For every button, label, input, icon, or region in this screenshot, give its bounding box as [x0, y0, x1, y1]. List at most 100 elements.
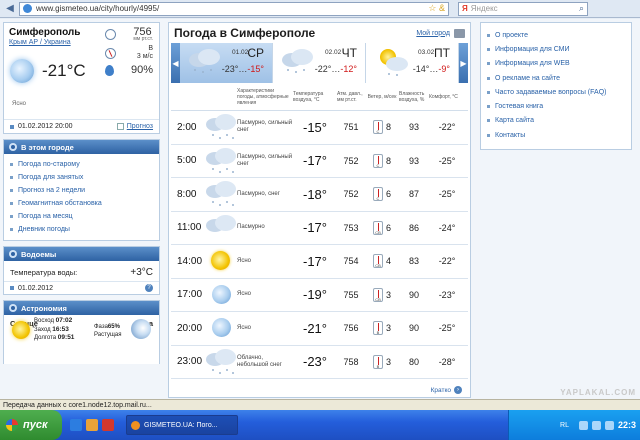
- table-row: 23:00 Облачно, небольшой снег -23° 758 В 3 80 -…: [171, 346, 468, 379]
- current-temperature: -21°C: [42, 61, 86, 80]
- brief-arrow-icon[interactable]: ›: [454, 386, 462, 394]
- table-row: 14:00 Ясно -17° 754 СВ 4 83 -22°: [171, 245, 468, 279]
- row-pressure: 752: [343, 155, 359, 166]
- right-menu-item-guestbook[interactable]: Гостевая книга: [487, 99, 625, 113]
- url-text[interactable]: www.gismeteo.ua/city/hourly/4995/: [36, 4, 425, 13]
- right-menu-item-ads[interactable]: О рекламе на сайте: [487, 71, 625, 85]
- astronomy-header: Астрономия: [4, 301, 159, 315]
- row-temperature: -15°: [303, 119, 327, 135]
- next-day-arrow-icon[interactable]: ▶: [459, 43, 468, 83]
- row-comfort: -23°: [438, 289, 456, 300]
- right-menu-item-sitemap[interactable]: Карта сайта: [487, 114, 625, 128]
- wind-direction-icon: СВ: [372, 220, 383, 235]
- right-menu-item-web[interactable]: Информация для WEB: [487, 57, 625, 71]
- cloud-snow-icon: [205, 347, 237, 377]
- row-time: 8:00: [177, 188, 197, 200]
- opera-icon[interactable]: [102, 419, 114, 431]
- bookmark-star-icon[interactable]: ☆ &: [428, 3, 445, 14]
- astronomy-section-icon: [9, 304, 17, 312]
- info-icon[interactable]: ?: [145, 284, 153, 292]
- sunset-time: 16:53: [52, 325, 69, 333]
- city-menu-item-diary[interactable]: Дневник погоды: [10, 223, 153, 236]
- city-menu-item-busy[interactable]: Погода для занятых: [10, 171, 153, 184]
- right-menu-item-press[interactable]: Информация для СМИ: [487, 42, 625, 56]
- row-temperature: -17°: [303, 253, 327, 269]
- city-menu-item-month[interactable]: Погода на месяц: [10, 210, 153, 223]
- address-bar[interactable]: www.gismeteo.ua/city/hourly/4995/ ☆ &: [19, 1, 449, 16]
- city-menu-title: В этом городе: [21, 142, 74, 152]
- current-wind-direction: В: [148, 45, 153, 52]
- row-wind-direction: С: [376, 162, 380, 168]
- row-humidity: 80: [408, 356, 419, 367]
- start-button[interactable]: пуск: [0, 410, 62, 440]
- tray-volume-icon[interactable]: [591, 420, 601, 430]
- row-pressure: 758: [343, 356, 359, 367]
- search-magnifier-icon[interactable]: ⌕: [579, 3, 584, 14]
- row-description: Пасмурно, сильный снег: [237, 120, 293, 134]
- row-wind-speed: 6: [385, 222, 391, 233]
- table-row: 5:00 Пасмурно, сильный снег -17° 752 С 8 93 -25…: [171, 145, 468, 178]
- tray-antivirus-icon[interactable]: [604, 420, 614, 430]
- day-max-temp: -12°: [340, 64, 357, 74]
- tab-day-1[interactable]: 01.02 СР -23°…-15°: [180, 43, 273, 83]
- right-menu-item-contacts[interactable]: Контакты: [487, 128, 625, 142]
- right-menu-list: О проекте Информация для СМИ Информация …: [481, 23, 631, 147]
- row-humidity: 86: [408, 222, 419, 233]
- row-wind-direction: СВ: [375, 263, 381, 269]
- city-menu-list: Погода по-старому Погода для занятых Про…: [4, 154, 159, 240]
- wind-direction-icon: СВ: [372, 287, 383, 302]
- right-menu-item-about[interactable]: О проекте: [487, 28, 625, 42]
- city-menu-item-geomagnetic[interactable]: Геомагнитная обстановка: [10, 197, 153, 210]
- day-min-temp: -23°: [221, 64, 239, 74]
- language-indicator[interactable]: RL: [560, 422, 569, 429]
- city-menu-item-old-style[interactable]: Погода по-старому: [10, 158, 153, 171]
- right-menu-item-faq[interactable]: Часто задаваемые вопросы (FAQ): [487, 85, 625, 99]
- tab-day-3[interactable]: 03.02 ПТ -14°…-9°: [366, 43, 459, 83]
- clock[interactable]: 22:3: [618, 420, 636, 430]
- search-box[interactable]: Я Яндекс ⌕: [458, 1, 588, 16]
- ie-icon[interactable]: [70, 419, 82, 431]
- my-city-label[interactable]: Мой город: [416, 30, 450, 37]
- row-pressure: 754: [343, 256, 359, 267]
- row-wind: СВ 6: [365, 220, 399, 235]
- windows-logo-icon: [6, 419, 18, 431]
- header-comfort: Комфорт, °C: [429, 93, 458, 100]
- prev-day-arrow-icon[interactable]: ◀: [171, 43, 180, 83]
- table-row: 11:00 Пасмурно -17° 753 СВ 6 86 -24°: [171, 212, 468, 245]
- brief-link[interactable]: Кратко ›: [431, 386, 462, 394]
- sun-icon: [205, 246, 237, 276]
- taskbar-window-button[interactable]: GISMETEO.UA: Пого...: [126, 415, 238, 435]
- cloud-snow-icon: [186, 47, 222, 75]
- forecast-link[interactable]: Прогноз: [127, 123, 153, 130]
- watermark: YAPLAKAL.COM: [560, 388, 636, 397]
- tray-network-icon[interactable]: [578, 420, 588, 430]
- row-wind: С6: [365, 187, 399, 202]
- firefox-icon[interactable]: [86, 419, 98, 431]
- city-menu-item-2-weeks[interactable]: Прогноз на 2 недели: [10, 184, 153, 197]
- sunset-label: Заход: [34, 326, 51, 333]
- city-section-icon: [9, 143, 17, 151]
- moon-phase-state: Растущая: [94, 331, 122, 338]
- status-bar: Передача данных с core1.node12.top.mail.…: [0, 399, 640, 410]
- moon-icon: [205, 280, 237, 310]
- page-content: Симферополь Крым АР / Украина -21°C 756 …: [0, 19, 640, 399]
- moon-phase-icon: [131, 319, 151, 339]
- tab-day-2[interactable]: 02.02 ЧТ -22°…-12°: [273, 43, 366, 83]
- barometer-icon: [105, 29, 116, 40]
- row-comfort: -25°: [438, 155, 456, 166]
- printer-icon[interactable]: [454, 28, 465, 38]
- system-tray: RL 22:3: [508, 410, 640, 440]
- search-input[interactable]: Яндекс: [471, 4, 579, 13]
- day-min-temp: -14°: [412, 64, 430, 74]
- sunrise-label: Восход: [34, 318, 54, 324]
- brief-link-label[interactable]: Кратко: [431, 387, 451, 394]
- wind-direction-icon: В: [372, 354, 383, 369]
- current-details: 756 мм рт.ст. В 3 м/с 90%: [105, 27, 153, 79]
- my-city-link[interactable]: Мой город: [416, 28, 465, 38]
- back-arrow-icon[interactable]: ◀: [4, 3, 16, 15]
- table-row: 17:00 Ясно -19° 755 СВ 3 90 -23°: [171, 279, 468, 312]
- current-humidity: 90%: [130, 64, 153, 76]
- cloud-snow-icon: [205, 179, 237, 209]
- sun-cloud-icon: [372, 47, 408, 76]
- humidity-drop-icon: [105, 64, 114, 76]
